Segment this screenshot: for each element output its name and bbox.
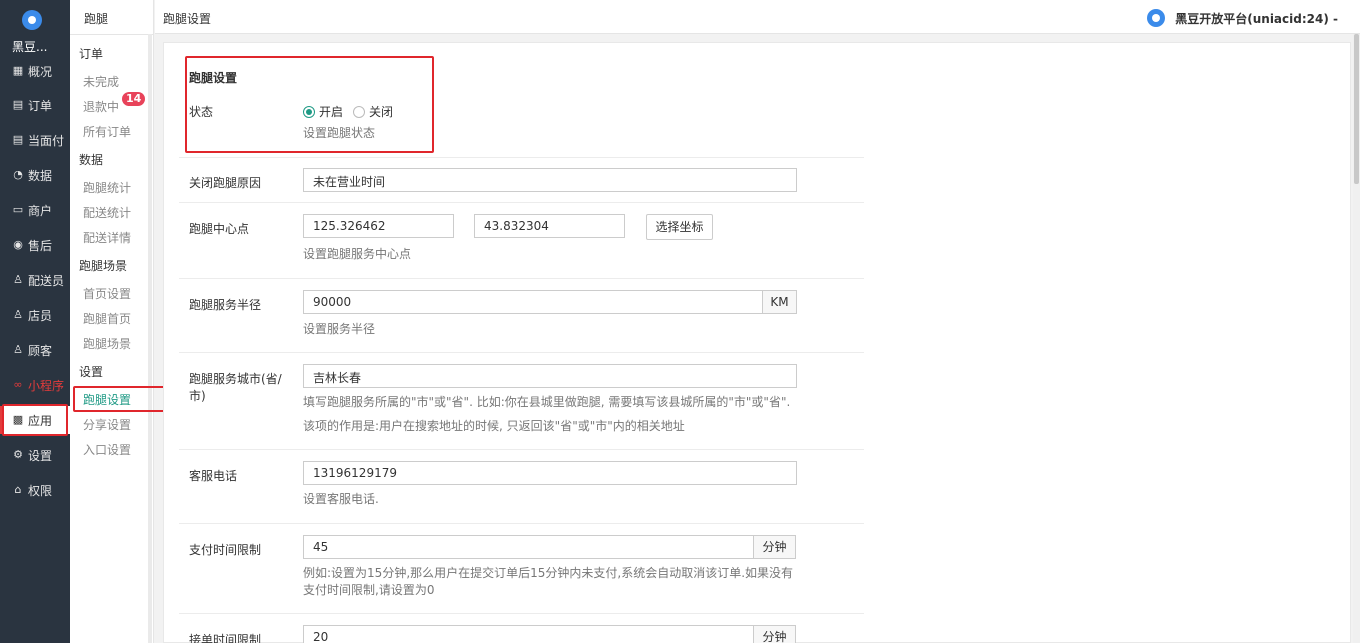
pay-limit-input[interactable]: 45	[303, 535, 754, 559]
dashboard-icon: ▦	[12, 64, 24, 77]
submenu-link-errand-home[interactable]: 跑腿首页	[83, 310, 131, 327]
store-icon: ▭	[12, 203, 24, 216]
service-icon: ◉	[13, 238, 23, 251]
highlight-box-errand-settings	[73, 386, 175, 412]
phone-input[interactable]: 13196129179	[303, 461, 797, 485]
accept-limit-unit: 分钟	[753, 625, 796, 643]
divider	[179, 202, 864, 203]
radius-hint: 设置服务半径	[303, 322, 376, 336]
user-icon: ♙	[13, 273, 23, 286]
select-coordinates-button[interactable]: 选择坐标	[646, 214, 713, 240]
city-label: 跑腿服务城市(省/	[189, 372, 282, 386]
submenu-link-errand-scene[interactable]: 跑腿场景	[83, 335, 131, 352]
lock-icon: ⌂	[14, 483, 22, 496]
account-menu[interactable]: 黑豆开放平台(uniacid:24) -	[1147, 9, 1338, 27]
submenu-link-all-orders[interactable]: 所有订单	[83, 123, 131, 140]
submenu-link-home-settings[interactable]: 首页设置	[83, 285, 131, 302]
radius-label: 跑腿服务半径	[189, 298, 262, 312]
submenu-group-data: 数据	[79, 153, 104, 167]
list-icon: ▤	[12, 133, 24, 146]
nav-item-face-pay[interactable]: ▤ 当面付	[0, 126, 70, 154]
nav-item-couriers[interactable]: ♙ 配送员	[0, 266, 70, 294]
latitude-input[interactable]: 43.832304	[474, 214, 625, 238]
link-icon: ∞	[13, 378, 23, 391]
divider	[179, 352, 864, 353]
close-reason-label: 关闭跑腿原因	[189, 176, 262, 190]
divider	[179, 449, 864, 450]
refund-count-badge: 14	[122, 92, 146, 106]
pay-limit-unit: 分钟	[753, 535, 796, 559]
divider	[179, 278, 864, 279]
city-hint: 填写跑腿服务所属的"市"或"省". 比如:你在县城里做跑腿, 需要填写该县城所属…	[303, 395, 791, 409]
pay-limit-label: 支付时间限制	[189, 543, 262, 557]
pay-limit-hint-zero: 支付时间限制,请设置为0	[303, 583, 435, 597]
breadcrumb: 跑腿设置	[163, 12, 212, 26]
submenu-link-entry-settings[interactable]: 入口设置	[83, 441, 131, 458]
nav-item-merchants[interactable]: ▭ 商户	[0, 196, 70, 224]
user-icon: ♙	[13, 343, 23, 356]
accept-limit-input[interactable]: 20	[303, 625, 754, 643]
user-icon: ♙	[13, 308, 23, 321]
page-scrollbar[interactable]	[1353, 34, 1360, 643]
submenu-link-refund[interactable]: 退款中 14	[83, 92, 146, 115]
phone-hint: 设置客服电话.	[303, 492, 379, 506]
nav-item-customers[interactable]: ♙ 顾客	[0, 336, 70, 364]
submenu-link-errand-stats[interactable]: 跑腿统计	[83, 179, 131, 196]
city-label-continued: 市)	[189, 389, 206, 403]
list-icon: ▤	[12, 98, 24, 111]
submenu: 跑腿 订单 未完成 退款中 14 所有订单 数据 跑腿统计 配送统计 配送详情 跑…	[70, 0, 154, 643]
submenu-scrollbar[interactable]	[148, 34, 152, 643]
radius-input[interactable]: 90000	[303, 290, 763, 314]
gear-icon: ⚙	[13, 448, 23, 461]
accept-limit-label: 接单时间限制	[189, 633, 262, 643]
submenu-group-settings: 设置	[79, 365, 104, 379]
center-point-hint: 设置跑腿服务中心点	[303, 247, 412, 261]
main-sidebar: 黑豆... ▦ 概况 ▤ 订单 ▤ 当面付 ◔ 数据 ▭ 商户 ◉ 售后 ♙ 配送员 ♙ 店员 …	[0, 0, 70, 643]
radius-unit: KM	[762, 290, 797, 314]
brand-name: 黑豆...	[12, 40, 48, 54]
platform-logo-icon	[1147, 9, 1166, 27]
submenu-link-share-settings[interactable]: 分享设置	[83, 416, 131, 433]
city-input[interactable]: 吉林长春	[303, 364, 797, 388]
submenu-link-delivery-detail[interactable]: 配送详情	[83, 229, 131, 246]
divider	[179, 523, 864, 524]
center-point-label: 跑腿中心点	[189, 222, 250, 236]
nav-item-after-sale[interactable]: ◉ 售后	[0, 231, 70, 259]
longitude-input[interactable]: 125.326462	[303, 214, 454, 238]
phone-label: 客服电话	[189, 469, 238, 483]
city-hint-purpose: 该项的作用是:用户在搜索地址的时候, 只返回该"省"或"市"内的相关地址	[303, 419, 685, 433]
nav-item-data[interactable]: ◔ 数据	[0, 161, 70, 189]
submenu-link-unfinished[interactable]: 未完成	[83, 73, 119, 90]
nav-item-orders[interactable]: ▤ 订单	[0, 91, 70, 119]
submenu-link-delivery-stats[interactable]: 配送统计	[83, 204, 131, 221]
nav-item-clerks[interactable]: ♙ 店员	[0, 301, 70, 329]
nav-item-permissions[interactable]: ⌂ 权限	[0, 476, 70, 504]
close-reason-input[interactable]: 未在营业时间	[303, 168, 797, 192]
submenu-group-order: 订单	[79, 47, 104, 61]
submenu-title: 跑腿	[84, 12, 109, 26]
divider	[70, 34, 154, 35]
nav-item-mini-program[interactable]: ∞ 小程序	[0, 371, 70, 399]
nav-item-settings[interactable]: ⚙ 设置	[0, 441, 70, 469]
chart-icon: ◔	[13, 168, 23, 181]
top-bar: 跑腿设置 黑豆开放平台(uniacid:24) -	[155, 0, 1360, 34]
divider	[179, 613, 864, 614]
app-logo-icon	[22, 10, 42, 30]
divider	[179, 157, 864, 158]
highlight-box-status	[185, 56, 434, 153]
nav-item-overview[interactable]: ▦ 概况	[0, 57, 70, 85]
highlight-box-apps	[2, 404, 68, 436]
pay-limit-hint: 例如:设置为15分钟,那么用户在提交订单后15分钟内未支付,系统会自动取消该订单…	[303, 566, 794, 580]
submenu-group-scene: 跑腿场景	[79, 259, 128, 273]
